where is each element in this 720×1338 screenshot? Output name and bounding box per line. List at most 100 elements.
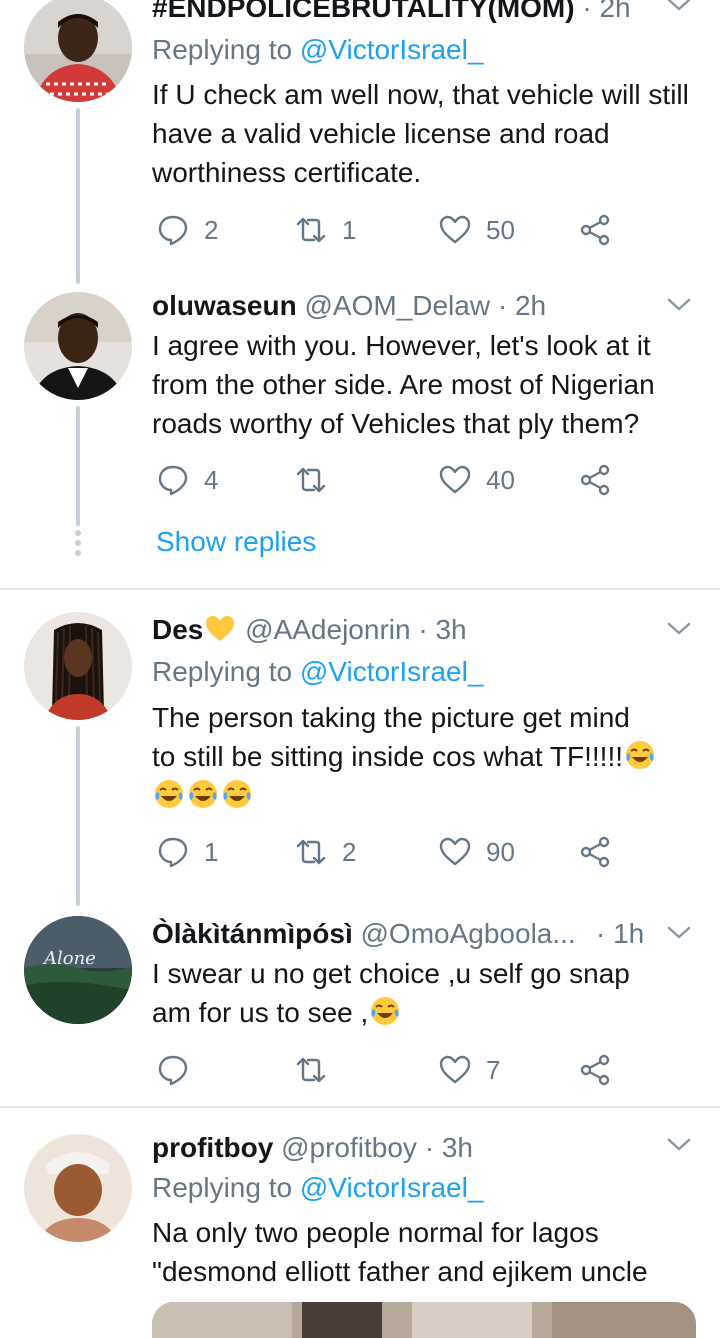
- like-icon: [438, 835, 472, 869]
- share-button[interactable]: [578, 1050, 612, 1090]
- mention-link[interactable]: @VictorIsrael_: [300, 34, 484, 65]
- reply-button[interactable]: 1: [156, 832, 218, 872]
- like-button[interactable]: 40: [438, 460, 515, 500]
- tweet-header: #ENDPOLICEBRUTALITY(MOM) · 2h: [152, 0, 660, 28]
- retweet-button[interactable]: [294, 1050, 328, 1090]
- tweet-actions: 4 40: [152, 460, 652, 500]
- display-name[interactable]: oluwaseun: [152, 290, 297, 321]
- tears-of-joy-emoji: [187, 778, 219, 810]
- share-icon: [578, 1053, 612, 1087]
- tweet-actions: 2 1 50: [152, 210, 652, 250]
- like-count: 40: [486, 464, 515, 495]
- retweet-icon: [294, 835, 328, 869]
- retweet-icon: [294, 213, 328, 247]
- tweet[interactable]: Des @AAdejonrin · 3h Replying to @Victor…: [0, 590, 720, 906]
- display-name[interactable]: Òlàkìtánmìpósì: [152, 918, 353, 949]
- retweet-button[interactable]: [294, 460, 328, 500]
- display-name[interactable]: profitboy: [152, 1132, 273, 1163]
- retweet-button[interactable]: 2: [294, 832, 356, 872]
- caret-down-icon[interactable]: [664, 614, 694, 644]
- like-button[interactable]: 90: [438, 832, 515, 872]
- display-name[interactable]: Des: [152, 614, 203, 645]
- retweet-icon: [294, 463, 328, 497]
- avatar-art-text: Alone: [42, 948, 96, 969]
- tears-of-joy-emoji: [221, 778, 253, 810]
- avatar[interactable]: [24, 612, 132, 720]
- like-button[interactable]: 50: [438, 210, 515, 250]
- user-handle[interactable]: @AOM_Delaw: [304, 290, 490, 321]
- reply-icon: [156, 1053, 190, 1087]
- caret-down-icon[interactable]: [664, 918, 694, 948]
- retweet-icon: [294, 1053, 328, 1087]
- mention-link[interactable]: @VictorIsrael_: [300, 656, 484, 687]
- tweet[interactable]: #ENDPOLICEBRUTALITY(MOM) · 2h Replying t…: [0, 0, 720, 290]
- timestamp[interactable]: 2h: [599, 0, 630, 23]
- separator: ·: [497, 290, 508, 321]
- like-icon: [438, 1053, 472, 1087]
- caret-down-icon[interactable]: [664, 290, 694, 320]
- like-icon: [438, 213, 472, 247]
- tweet[interactable]: oluwaseun @AOM_Delaw · 2h I agree with y…: [0, 290, 720, 590]
- thread-dots: [74, 530, 82, 560]
- tears-of-joy-emoji: [624, 739, 656, 771]
- user-handle[interactable]: @OmoAgboola...: [361, 918, 576, 949]
- reply-button[interactable]: 2: [156, 210, 218, 250]
- thread-line: [76, 726, 80, 906]
- thread-line: [76, 108, 80, 284]
- avatar[interactable]: [24, 1134, 132, 1242]
- separator: ·: [596, 918, 606, 949]
- share-button[interactable]: [578, 832, 612, 872]
- replying-to: Replying to @VictorIsrael_: [152, 1172, 484, 1203]
- reply-count: 2: [204, 214, 219, 245]
- share-icon: [578, 213, 612, 247]
- timestamp[interactable]: 3h: [442, 1132, 473, 1163]
- reply-icon: [156, 835, 190, 869]
- timestamp[interactable]: 2h: [515, 290, 546, 321]
- tweet[interactable]: Alone Òlàkìtánmìpósì @OmoAgboola... · 1h…: [0, 910, 720, 1106]
- like-button[interactable]: 7: [438, 1050, 500, 1090]
- reply-icon: [156, 463, 190, 497]
- mention-link[interactable]: @VictorIsrael_: [300, 1172, 484, 1203]
- like-count: 50: [486, 214, 515, 245]
- show-replies-link[interactable]: Show replies: [156, 522, 316, 562]
- tweet-actions: 1 2 90: [152, 832, 652, 872]
- like-icon: [438, 463, 472, 497]
- separator: ·: [424, 1132, 435, 1163]
- reply-button[interactable]: 4: [156, 460, 218, 500]
- reply-icon: [156, 213, 190, 247]
- user-handle[interactable]: @profitboy: [281, 1132, 417, 1163]
- share-button[interactable]: [578, 210, 612, 250]
- replying-to: Replying to @VictorIsrael_: [152, 34, 484, 65]
- tweet-header: profitboy @profitboy · 3h: [152, 1128, 660, 1168]
- tweet-header: oluwaseun @AOM_Delaw · 2h: [152, 286, 660, 326]
- like-count: 90: [486, 836, 515, 867]
- retweet-count: 2: [342, 836, 357, 867]
- timestamp[interactable]: 3h: [435, 614, 466, 645]
- tears-of-joy-emoji: [369, 995, 401, 1027]
- tweet-header: Òlàkìtánmìpósì @OmoAgboola...: [152, 914, 620, 954]
- tweet-time: · 1h: [596, 914, 660, 954]
- share-button[interactable]: [578, 460, 612, 500]
- tweet-text: If U check am well now, that vehicle wil…: [152, 79, 689, 188]
- retweet-count: 1: [342, 214, 357, 245]
- yellow-heart-emoji: [204, 612, 236, 644]
- avatar[interactable]: Alone: [24, 916, 132, 1024]
- display-name[interactable]: #ENDPOLICEBRUTALITY(MOM): [152, 0, 575, 23]
- caret-down-icon[interactable]: [664, 1130, 694, 1160]
- avatar[interactable]: [24, 0, 132, 102]
- thread-line: [76, 406, 80, 526]
- tears-of-joy-emoji: [153, 778, 185, 810]
- reply-count: 1: [204, 836, 219, 867]
- user-handle[interactable]: @AAdejonrin: [245, 614, 410, 645]
- reply-button[interactable]: [156, 1050, 190, 1090]
- share-icon: [578, 463, 612, 497]
- avatar[interactable]: [24, 292, 132, 400]
- timestamp[interactable]: 1h: [613, 918, 644, 949]
- share-icon: [578, 835, 612, 869]
- tweet-text: I agree with you. However, let's look at…: [152, 330, 655, 439]
- retweet-button[interactable]: 1: [294, 210, 356, 250]
- like-count: 7: [486, 1054, 501, 1085]
- tweet-header: Des @AAdejonrin · 3h: [152, 610, 660, 650]
- caret-down-icon[interactable]: [664, 0, 694, 20]
- tweet-media-image[interactable]: [152, 1302, 696, 1338]
